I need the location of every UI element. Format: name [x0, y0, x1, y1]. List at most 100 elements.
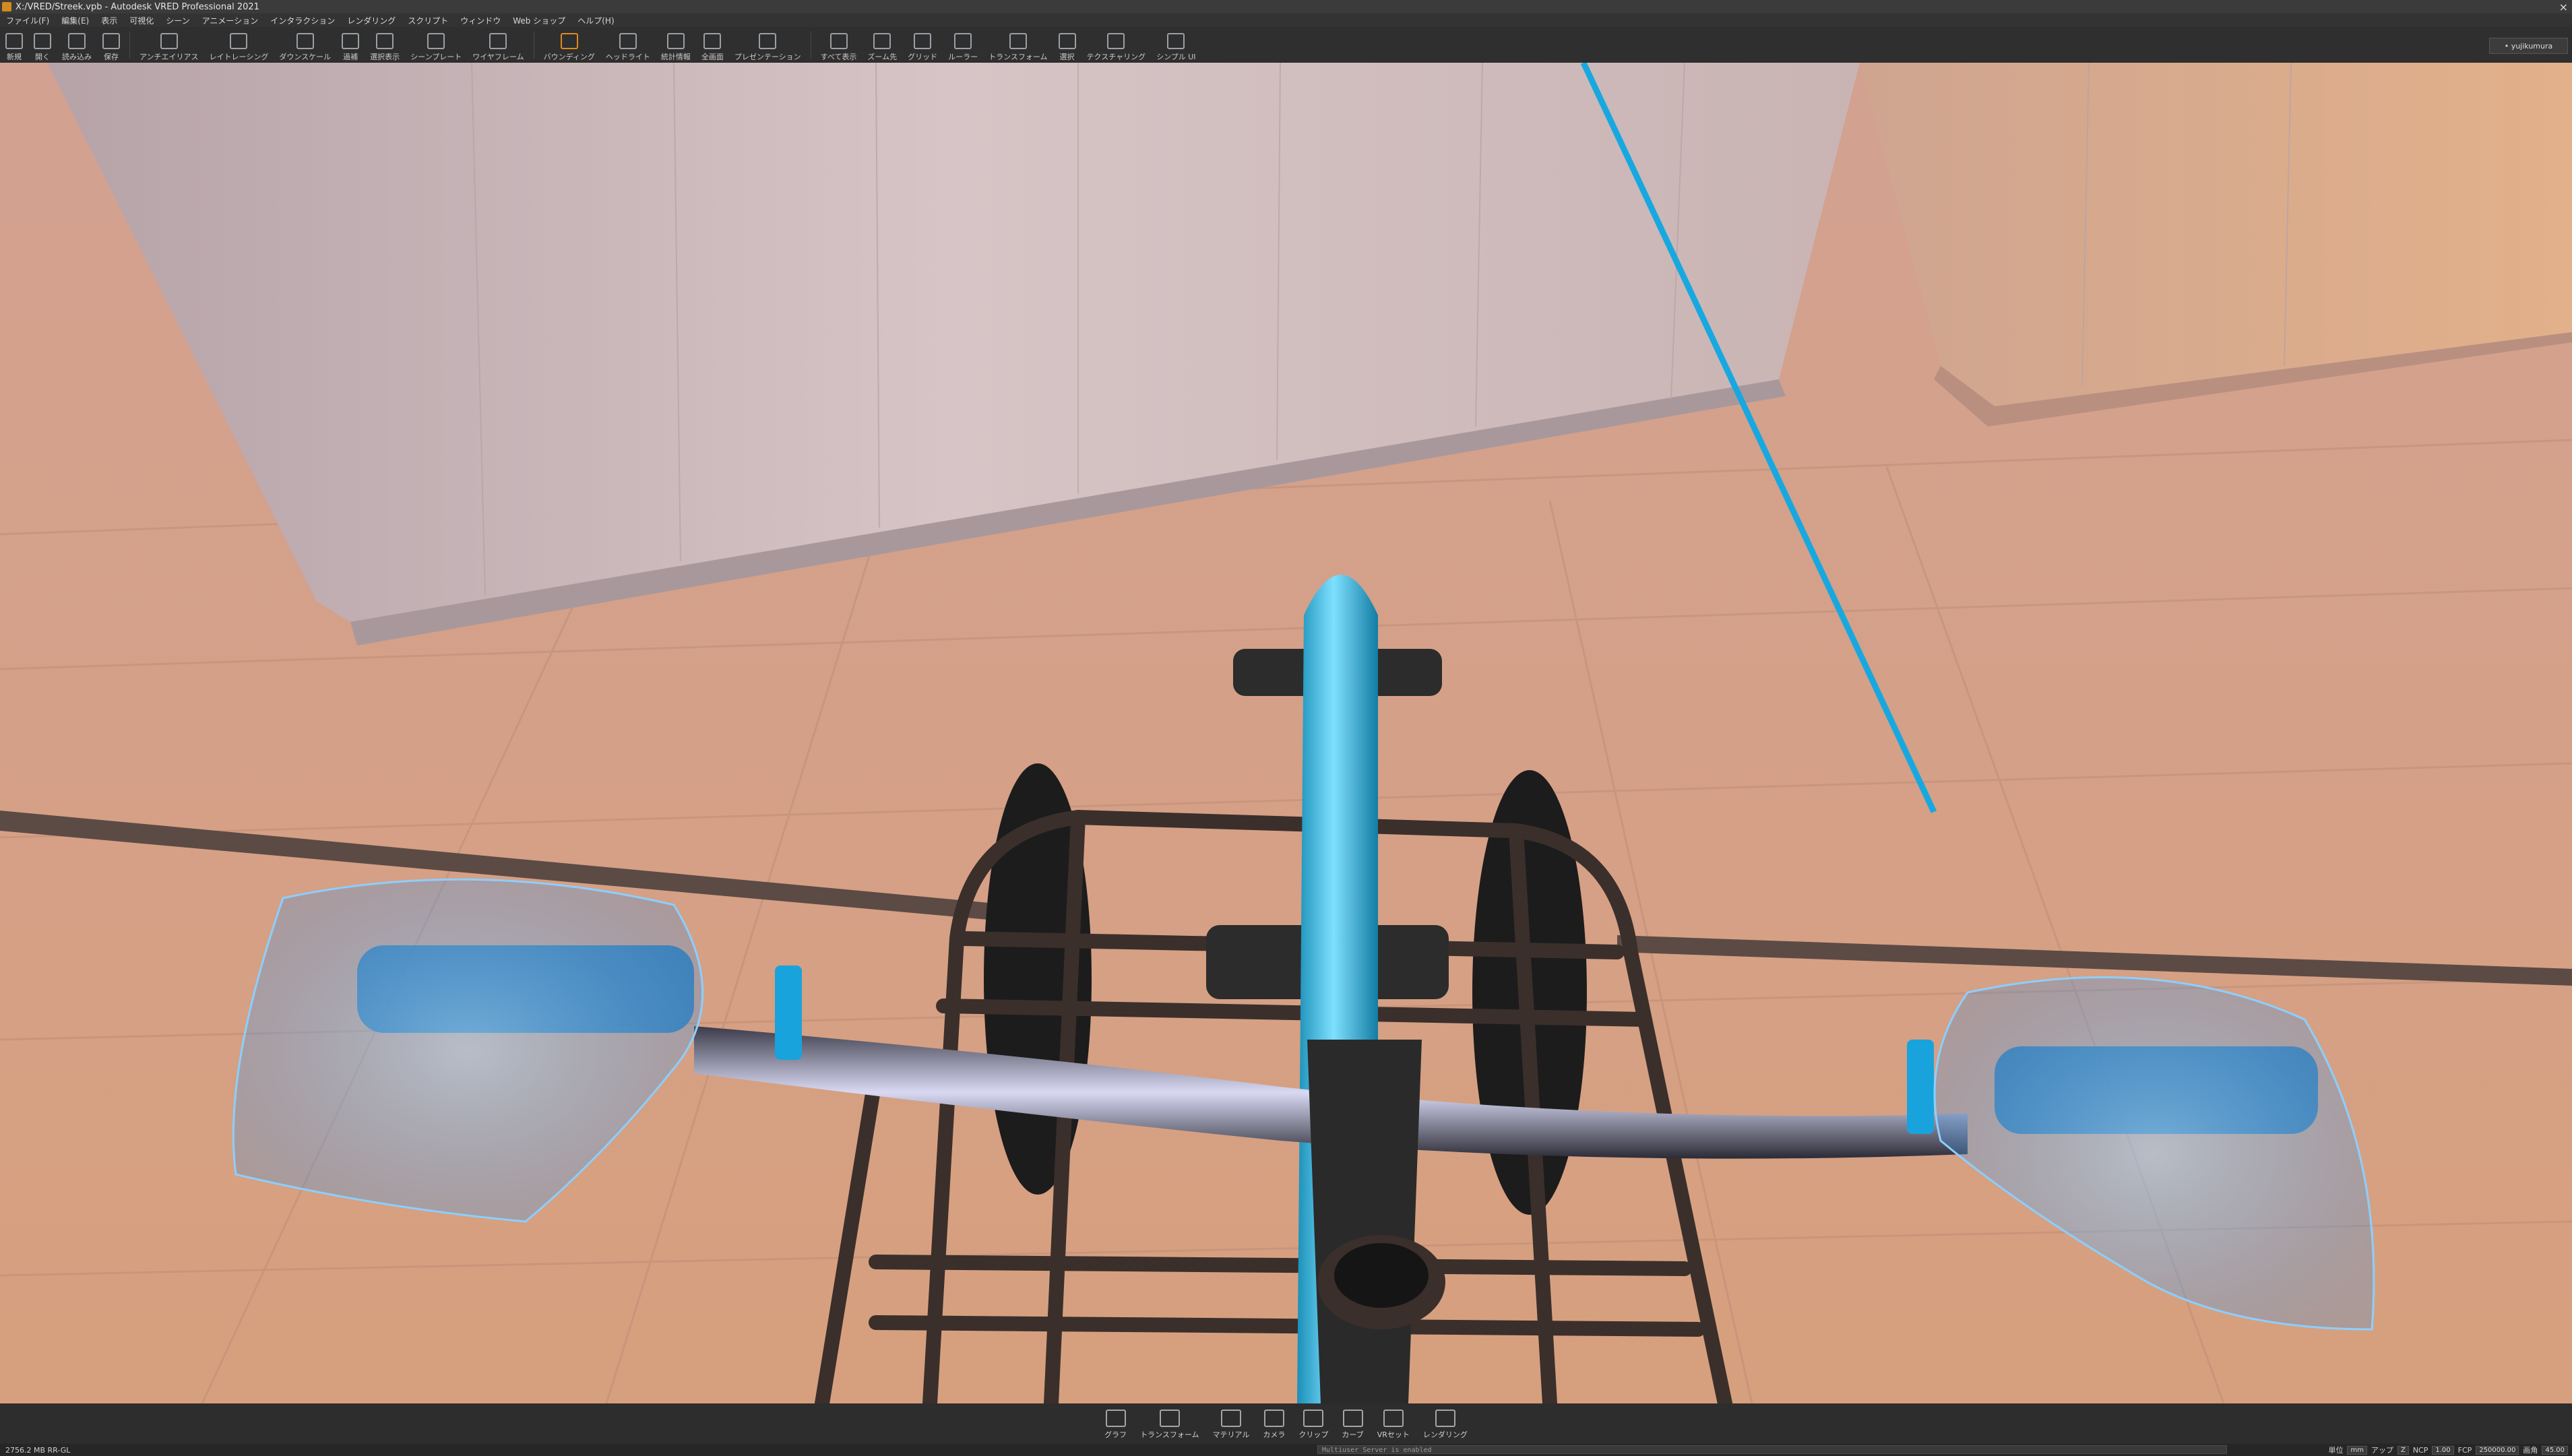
command-line-input[interactable]: Multiuser Server is enabled — [1317, 1445, 2227, 1454]
headlight-button[interactable]: ヘッドライト — [600, 28, 656, 62]
show-all-icon — [829, 33, 848, 49]
selection-display-button[interactable]: 選択表示 — [365, 28, 405, 62]
curve-button[interactable]: カーブ — [1335, 1410, 1370, 1444]
menu-visualization[interactable]: 可視化 — [123, 15, 160, 26]
grip-collar-left — [775, 966, 802, 1060]
statistics-icon — [666, 33, 685, 49]
ncp-label: NCP — [2412, 1445, 2428, 1455]
close-icon[interactable]: × — [2559, 1, 2568, 13]
vr-headset-icon — [1383, 1410, 1404, 1427]
graph-button[interactable]: グラフ — [1098, 1410, 1133, 1444]
fov-field[interactable]: 45.00 — [2542, 1445, 2568, 1455]
statistics-button[interactable]: 統計情報 — [656, 28, 696, 62]
menu-window[interactable]: ウィンドウ — [454, 15, 507, 26]
menu-scene[interactable]: シーン — [160, 15, 195, 26]
render-icon — [1435, 1410, 1455, 1427]
zoom-to-icon — [873, 33, 891, 49]
render-viewport[interactable] — [0, 63, 2572, 1403]
menu-script[interactable]: スクリプト — [402, 15, 454, 26]
wireframe-icon — [489, 33, 507, 49]
antialias-icon — [160, 33, 178, 49]
transform-icon — [1159, 1410, 1180, 1427]
new-button[interactable]: 新規 — [0, 28, 28, 62]
supplement-icon — [342, 33, 360, 49]
eye-icon — [376, 33, 394, 49]
clip-icon — [1303, 1410, 1324, 1427]
raytracing-button[interactable]: レイトレーシング — [204, 28, 274, 62]
curve-icon — [1342, 1410, 1363, 1427]
menu-animation[interactable]: アニメーション — [196, 15, 265, 26]
simple-ui-icon — [1167, 33, 1185, 49]
menu-rendering[interactable]: レンダリング — [341, 15, 402, 26]
fov-label: 画角 — [2523, 1446, 2538, 1455]
menu-webshop[interactable]: Web ショップ — [507, 15, 571, 26]
zoom-to-button[interactable]: ズーム先 — [862, 28, 902, 62]
import-icon — [68, 33, 86, 49]
vr-scene-render — [0, 63, 2572, 1403]
save-icon — [102, 33, 120, 49]
fullscreen-icon — [703, 33, 722, 49]
status-fields: 単位 mm アップ Z NCP 1.00 FCP 250000.00 画角 45… — [2328, 1445, 2568, 1455]
material-button[interactable]: マテリアル — [1206, 1410, 1257, 1444]
select-icon — [1058, 33, 1076, 49]
save-button[interactable]: 保存 — [97, 28, 125, 62]
scene-plate-icon — [427, 33, 445, 49]
vr-toolbar: グラフ トランスフォーム マテリアル カメラ クリップ カーブ VRセット レン… — [0, 1403, 2572, 1444]
menu-bar: ファイル(F) 編集(E) 表示 可視化 シーン アニメーション インタラクショ… — [0, 13, 2572, 27]
select-button[interactable]: 選択 — [1053, 28, 1081, 62]
folder-icon — [34, 33, 51, 49]
menu-edit[interactable]: 編集(E) — [55, 15, 95, 26]
open-button[interactable]: 開く — [28, 28, 57, 62]
antialias-button[interactable]: アンチエイリアス — [134, 28, 204, 62]
headlight-icon — [619, 33, 637, 49]
fcp-field[interactable]: 250000.00 — [2476, 1445, 2519, 1455]
menu-help[interactable]: ヘルプ(H) — [571, 15, 620, 26]
material-icon — [1220, 1410, 1241, 1427]
graph-icon — [1105, 1410, 1126, 1427]
ruler-icon — [954, 33, 972, 49]
show-all-button[interactable]: すべて表示 — [815, 28, 862, 62]
units-select[interactable]: mm — [2347, 1445, 2367, 1455]
bounding-button[interactable]: バウンディング — [538, 28, 600, 62]
downscale-icon — [296, 33, 314, 49]
units-label: 単位 — [2328, 1446, 2344, 1455]
ncp-field[interactable]: 1.00 — [2432, 1445, 2454, 1455]
grip-collar-right — [1907, 1040, 1934, 1134]
grid-icon — [914, 33, 932, 49]
ruler-button[interactable]: ルーラー — [943, 28, 983, 62]
texturing-icon — [1107, 33, 1125, 49]
grid-button[interactable]: グリッド — [902, 28, 943, 62]
new-file-icon — [5, 33, 23, 49]
camera-button[interactable]: カメラ — [1256, 1410, 1292, 1444]
vred-app-icon — [2, 2, 11, 11]
steerer-tube-opening — [1334, 1243, 1429, 1308]
stem — [1307, 1040, 1422, 1403]
presentation-button[interactable]: プレゼンテーション — [729, 28, 807, 62]
raytracing-icon — [230, 33, 248, 49]
clip-button[interactable]: クリップ — [1292, 1410, 1335, 1444]
supplement-button[interactable]: 過補 — [336, 28, 365, 62]
up-label: アップ — [2371, 1446, 2393, 1455]
import-button[interactable]: 読み込み — [57, 28, 97, 62]
simple-ui-button[interactable]: シンプル UI — [1151, 28, 1201, 62]
menu-file[interactable]: ファイル(F) — [0, 15, 55, 26]
fullscreen-button[interactable]: 全画面 — [696, 28, 729, 62]
render-button[interactable]: レンダリング — [1416, 1410, 1474, 1444]
vr-set-button[interactable]: VRセット — [1371, 1410, 1416, 1444]
transform-button[interactable]: トランスフォーム — [983, 28, 1053, 62]
downscale-button[interactable]: ダウンスケール — [274, 28, 336, 62]
up-select[interactable]: Z — [2397, 1445, 2409, 1455]
fcp-label: FCP — [2457, 1445, 2472, 1455]
user-account-button[interactable]: • yujikumura — [2489, 38, 2568, 54]
menu-interaction[interactable]: インタラクション — [264, 15, 341, 26]
wireframe-button[interactable]: ワイヤフレーム — [467, 28, 529, 62]
vr-transform-button[interactable]: トランスフォーム — [1133, 1410, 1205, 1444]
title-bar: X:/VRED/Streek.vpb - Autodesk VRED Profe… — [0, 0, 2572, 13]
bounding-box-icon — [560, 33, 578, 49]
menu-view[interactable]: 表示 — [95, 15, 123, 26]
presentation-icon — [759, 33, 777, 49]
memory-readout: 2756.2 MB RR-GL — [5, 1445, 71, 1455]
main-toolbar: 新規 開く 読み込み 保存 アンチエイリアス レイトレーシング ダウンスケール … — [0, 27, 2572, 63]
texturing-button[interactable]: テクスチャリング — [1081, 28, 1152, 62]
scene-plate-button[interactable]: シーンプレート — [405, 28, 467, 62]
